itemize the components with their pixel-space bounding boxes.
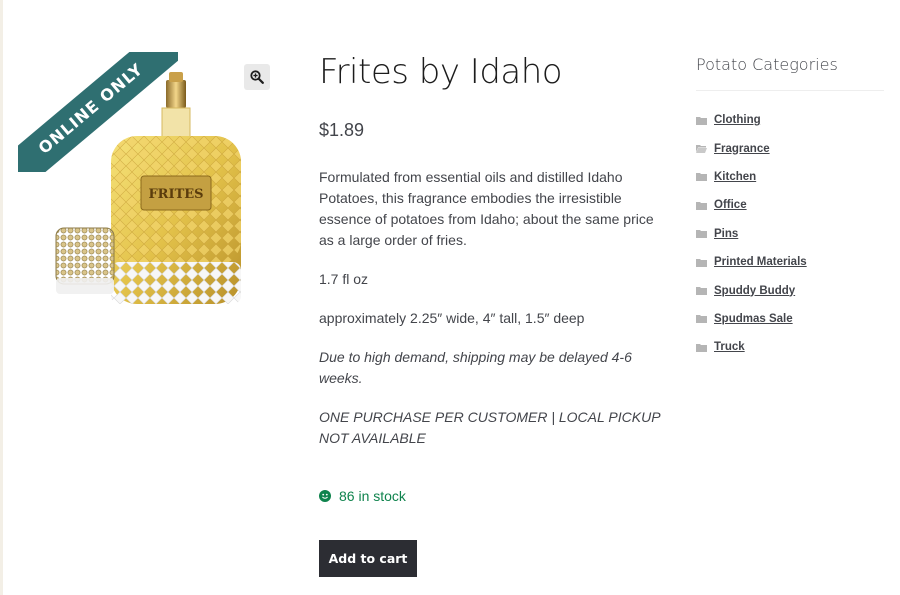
folder-icon [696, 287, 707, 296]
description-purchase-limit: ONE PURCHASE PER CUSTOMER | LOCAL PICKUP… [319, 409, 661, 446]
folder-icon [696, 116, 707, 125]
category-link-pins[interactable]: Pins [714, 228, 738, 240]
category-link-kitchen[interactable]: Kitchen [714, 171, 756, 183]
category-link-printed-materials[interactable]: Printed Materials [714, 256, 807, 268]
stock-status: 86 in stock [319, 488, 406, 504]
category-item-pins: Pins [696, 220, 807, 248]
category-item-truck: Truck [696, 333, 807, 361]
bottle-label: FRITES [148, 187, 203, 202]
category-item-office: Office [696, 191, 807, 219]
product-price: $1.89 [319, 120, 365, 140]
product-gallery[interactable]: FRITES ONLINE ONLY [18, 52, 273, 320]
category-item-spuddy-buddy: Spuddy Buddy [696, 276, 807, 304]
product-title: Frites by Idaho [319, 52, 563, 92]
category-link-truck[interactable]: Truck [714, 341, 745, 353]
category-item-kitchen: Kitchen [696, 163, 807, 191]
page-edge [0, 0, 3, 595]
category-item-clothing: Clothing [696, 106, 807, 134]
sidebar-divider [696, 90, 884, 91]
category-link-clothing[interactable]: Clothing [714, 114, 761, 126]
smiley-icon [319, 490, 331, 502]
folder-open-icon [696, 145, 707, 154]
description-dimensions: approximately 2.25″ wide, 4″ tall, 1.5″ … [319, 310, 585, 326]
folder-icon [696, 315, 707, 324]
folder-icon [696, 343, 707, 352]
category-link-spuddy-buddy[interactable]: Spuddy Buddy [714, 285, 795, 297]
category-item-printed-materials: Printed Materials [696, 248, 807, 276]
stock-text: 86 in stock [339, 488, 406, 504]
folder-icon [696, 230, 707, 239]
category-item-fragrance: Fragrance [696, 134, 807, 162]
product-description: Formulated from essential oils and disti… [319, 167, 664, 467]
add-to-cart-button[interactable]: Add to cart [319, 540, 417, 577]
category-link-office[interactable]: Office [714, 199, 747, 211]
folder-icon [696, 258, 707, 267]
category-link-spudmas-sale[interactable]: Spudmas Sale [714, 313, 793, 325]
category-list: Clothing Fragrance Kitchen Office Pins P… [696, 106, 807, 362]
magnifier-zoom-icon [250, 70, 264, 84]
online-only-badge: ONLINE ONLY [18, 52, 178, 172]
zoom-button[interactable] [244, 64, 270, 90]
description-size: 1.7 fl oz [319, 271, 369, 287]
description-paragraph: Formulated from essential oils and disti… [319, 169, 654, 248]
category-link-fragrance[interactable]: Fragrance [714, 143, 770, 155]
online-only-ribbon: ONLINE ONLY [18, 52, 178, 172]
description-shipping-note: Due to high demand, shipping may be dela… [319, 349, 632, 386]
category-item-spudmas-sale: Spudmas Sale [696, 305, 807, 333]
folder-icon [696, 201, 707, 210]
folder-icon [696, 173, 707, 182]
sidebar-title: Potato Categories [696, 55, 838, 74]
